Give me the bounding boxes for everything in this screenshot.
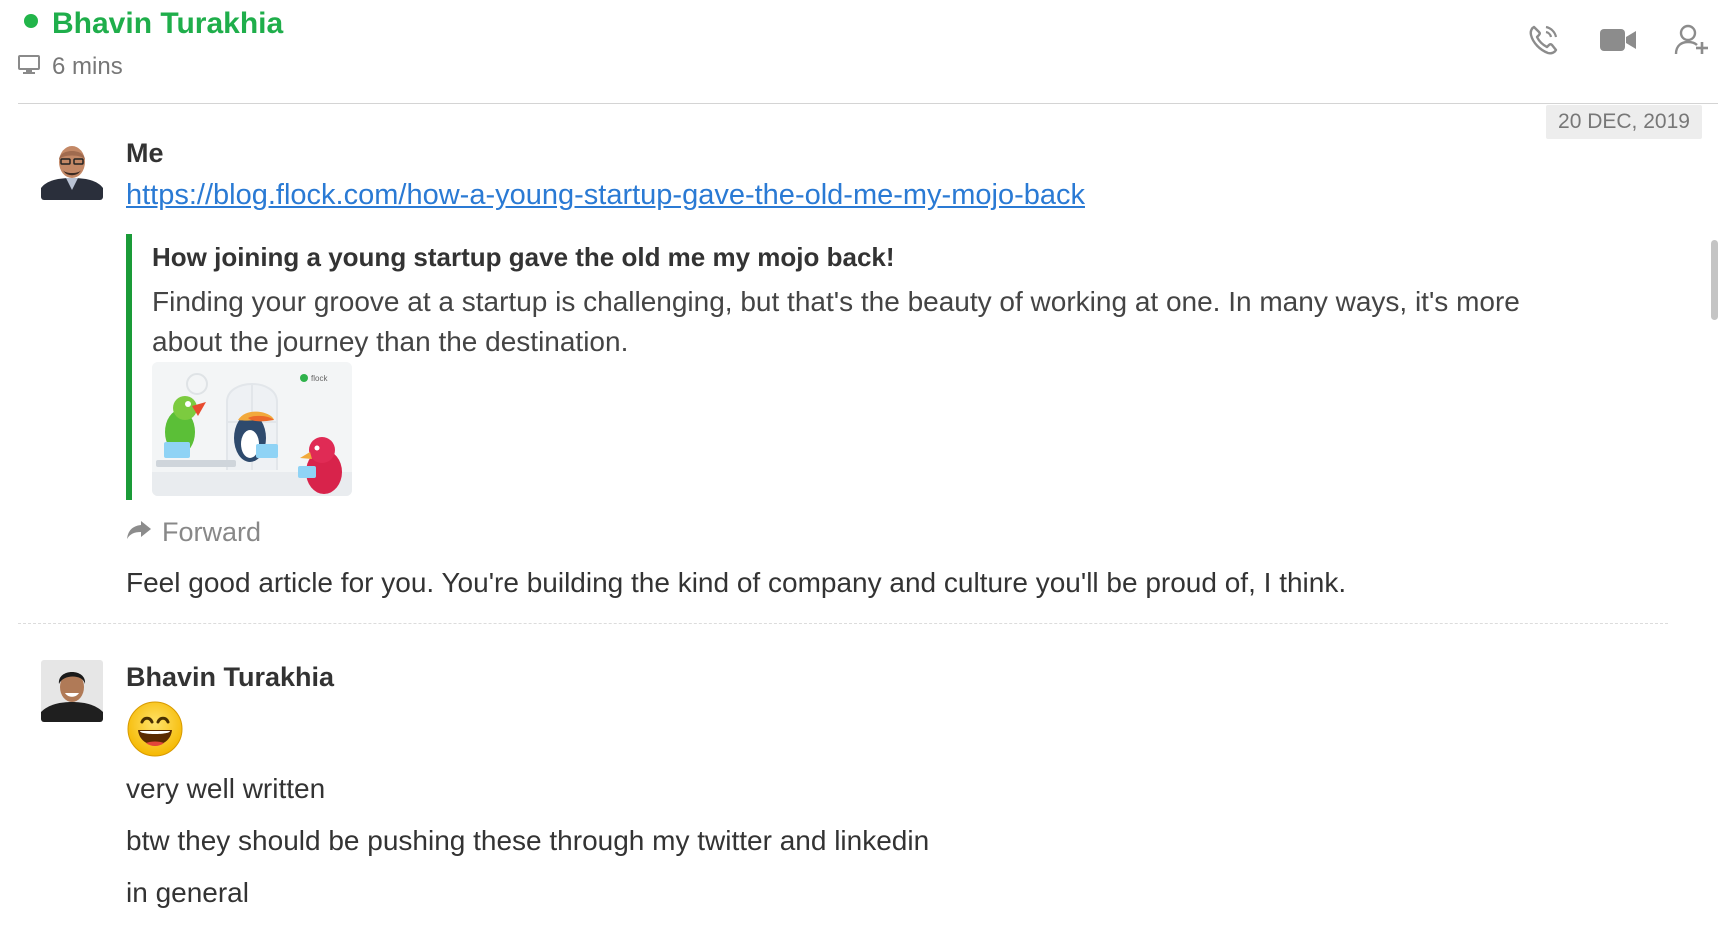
- message-text: very well written: [126, 773, 326, 804]
- link-preview-title[interactable]: How joining a young startup gave the old…: [152, 240, 895, 274]
- online-status-indicator: [24, 14, 38, 28]
- voice-call-button[interactable]: [1522, 22, 1566, 62]
- message-text: Feel good article for you. You're buildi…: [126, 567, 1347, 598]
- presence-row: 6 mins: [18, 52, 123, 82]
- message-sender[interactable]: Bhavin Turakhia: [126, 660, 334, 694]
- scrollbar-thumb[interactable]: [1711, 240, 1718, 320]
- grinning-face-icon: [126, 700, 184, 758]
- message-text: in general: [126, 877, 249, 908]
- add-member-icon: [1674, 24, 1710, 61]
- forward-arrow-icon: [126, 519, 152, 546]
- forward-button[interactable]: Forward: [126, 512, 261, 552]
- flock-logo-text: flock: [311, 374, 328, 383]
- link-preview-image[interactable]: flock: [152, 362, 352, 496]
- monitor-icon: [18, 54, 40, 80]
- message-sender[interactable]: Me: [126, 136, 164, 170]
- voice-call-icon: [1527, 23, 1561, 62]
- link-preview-description: Finding your groove at a startup is chal…: [152, 286, 1520, 357]
- contact-name[interactable]: Bhavin Turakhia: [52, 4, 283, 44]
- add-member-button[interactable]: [1670, 22, 1714, 62]
- message-text: btw they should be pushing these through…: [126, 825, 930, 856]
- chat-header: Bhavin Turakhia 6 mins: [0, 0, 1726, 104]
- shared-link[interactable]: https://blog.flock.com/how-a-young-start…: [126, 176, 1085, 214]
- video-call-icon: [1599, 26, 1637, 59]
- last-seen-time: 6 mins: [52, 53, 123, 80]
- video-call-button[interactable]: [1596, 22, 1640, 62]
- date-separator: 20 DEC, 2019: [1546, 105, 1702, 139]
- header-divider: [18, 103, 1718, 104]
- message-divider: [18, 623, 1668, 624]
- forward-label: Forward: [162, 516, 262, 547]
- avatar[interactable]: [41, 660, 103, 722]
- header-actions: [1522, 22, 1714, 62]
- avatar[interactable]: [41, 138, 103, 200]
- link-preview-card[interactable]: How joining a young startup gave the old…: [126, 234, 1572, 500]
